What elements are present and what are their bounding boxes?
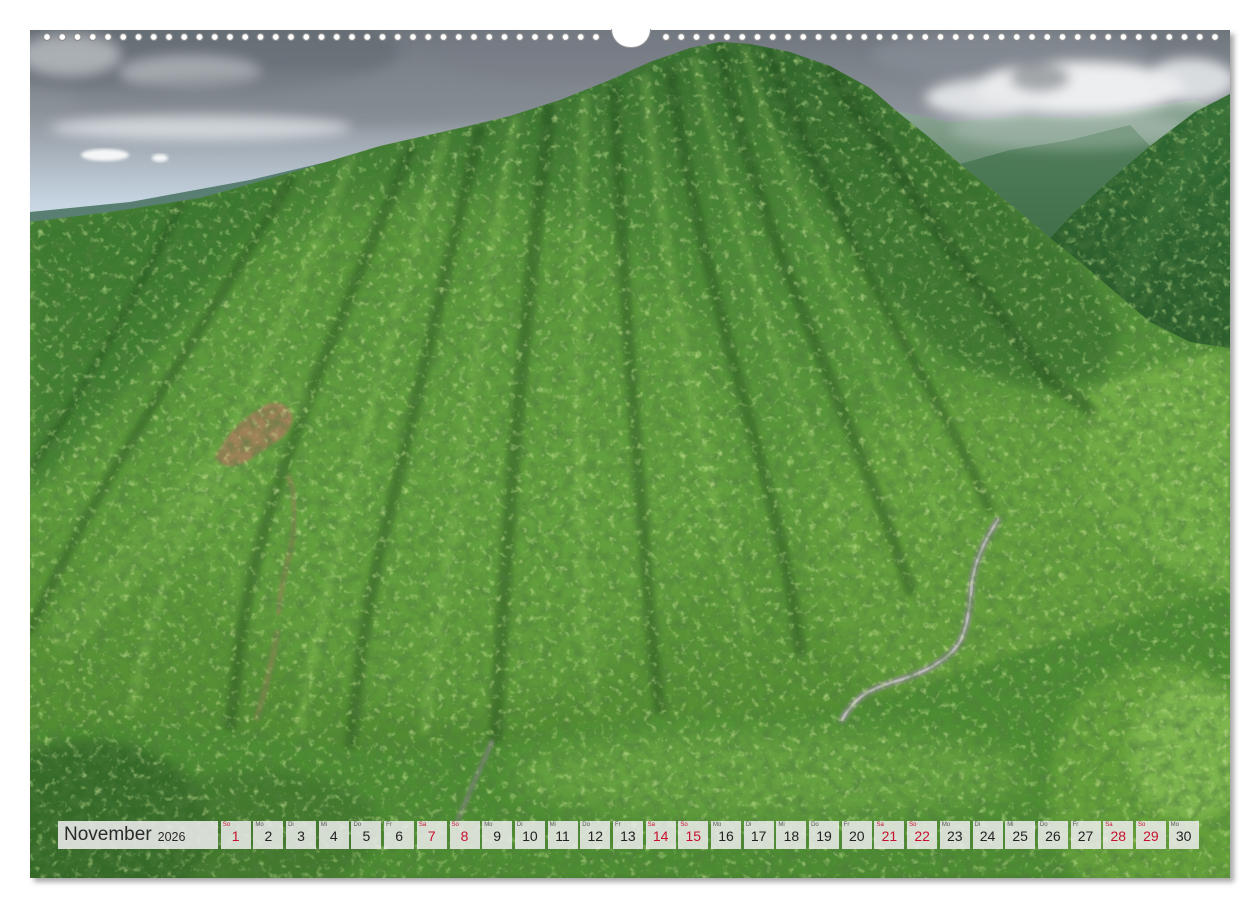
day-number: 5 [362, 828, 371, 844]
day-number: 11 [555, 828, 570, 844]
day-cell: Mi 4 [318, 821, 349, 849]
day-number: 10 [522, 828, 538, 844]
day-cell: Di 3 [286, 821, 317, 849]
cloud [1010, 64, 1070, 92]
cloud [81, 149, 129, 161]
day-number: 9 [493, 828, 502, 844]
day-number: 27 [1077, 828, 1094, 844]
binding-holes-right [661, 32, 1224, 42]
day-number: 19 [816, 828, 832, 844]
day-cell: Sa 28 [1103, 821, 1134, 849]
day-number: 18 [783, 828, 800, 844]
day-cell: Sa 14 [645, 821, 676, 849]
day-cell: Do 19 [809, 821, 840, 849]
day-number: 23 [947, 828, 963, 844]
cloud [152, 154, 168, 162]
day-cell: Fr 27 [1070, 821, 1101, 849]
day-cell: Do 12 [580, 821, 611, 849]
day-cell: So 1 [220, 821, 251, 849]
calendar-strip: November 2026 So 1 Mo 2 Di 3 Mi 4 Do 5 Fr 6 Sa 7 So 8 Mo… [58, 821, 1199, 849]
day-cell: So 29 [1135, 821, 1166, 849]
day-number: 4 [329, 828, 338, 844]
day-cell: Mo 23 [939, 821, 970, 849]
day-cell: Mi 25 [1005, 821, 1036, 849]
day-number: 14 [652, 828, 669, 844]
day-cell: Mi 11 [547, 821, 578, 849]
landscape-photo [30, 30, 1230, 878]
day-cell: Mo 16 [711, 821, 741, 849]
day-number: 22 [914, 828, 930, 844]
day-number: 7 [427, 828, 436, 844]
day-cell: Di 10 [514, 821, 545, 849]
day-number: 21 [881, 828, 898, 844]
day-cell: So 22 [907, 821, 938, 849]
year: 2026 [157, 830, 186, 844]
cloud [50, 116, 350, 140]
day-cell: Sa 21 [874, 821, 905, 849]
day-cell: Fr 13 [612, 821, 643, 849]
day-cell: Fr 20 [841, 821, 872, 849]
day-number: 24 [979, 828, 996, 844]
month-name: November [64, 824, 152, 845]
day-number: 3 [297, 828, 305, 844]
calendar-photo [30, 30, 1230, 878]
day-number: 29 [1143, 828, 1159, 844]
day-cell: Mi 18 [776, 821, 807, 849]
day-cell: Do 26 [1037, 821, 1068, 849]
day-cell: Sa 7 [416, 821, 447, 849]
day-cell: Mo 30 [1168, 821, 1199, 849]
day-number: 12 [587, 828, 604, 844]
day-number: 2 [264, 828, 273, 844]
day-number: 25 [1012, 828, 1028, 844]
day-number: 1 [231, 828, 240, 844]
day-cell: Mo 9 [482, 821, 513, 849]
day-number: 8 [460, 828, 469, 844]
day-number: 20 [848, 828, 865, 844]
day-cell: Mo 2 [253, 821, 284, 849]
day-number: 15 [685, 828, 702, 844]
day-number: 16 [718, 828, 734, 844]
day-cell: Fr 6 [384, 821, 415, 849]
day-number: 13 [620, 828, 636, 844]
day-cell: Di 17 [743, 821, 774, 849]
day-cell: So 8 [449, 821, 480, 849]
day-number: 28 [1110, 828, 1127, 844]
day-number: 26 [1045, 828, 1061, 844]
day-cell: Do 5 [351, 821, 382, 849]
day-number: 30 [1175, 828, 1192, 844]
binding-holes-left [42, 32, 605, 42]
month-label-box: November 2026 [58, 821, 218, 849]
day-cell: Di 24 [972, 821, 1003, 849]
day-cell: So 15 [678, 821, 709, 849]
day-number: 17 [750, 828, 767, 844]
day-number: 6 [395, 828, 404, 844]
